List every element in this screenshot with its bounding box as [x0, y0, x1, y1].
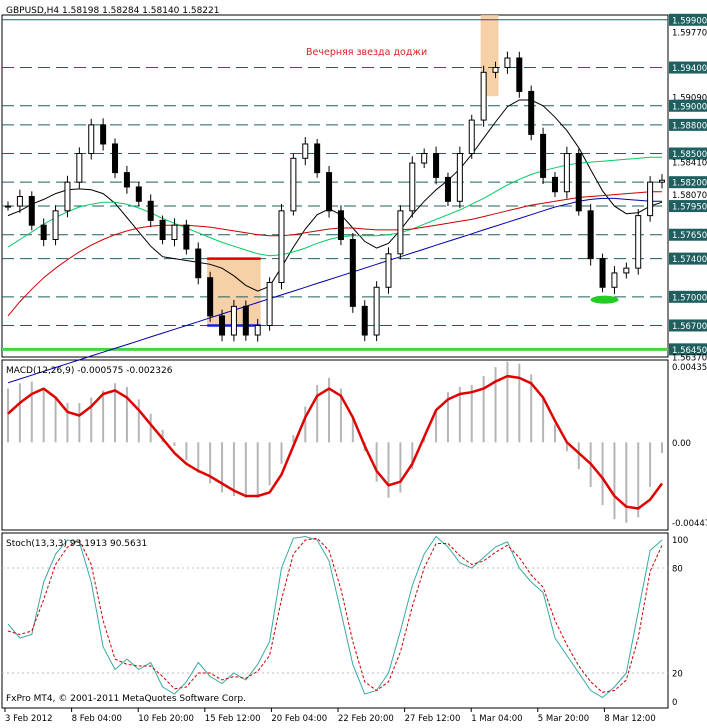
time-tick-2: 10 Feb 20:00	[138, 714, 194, 724]
price-tick-10: 1.57950	[672, 203, 707, 213]
candle-body-4	[52, 210, 59, 240]
candle-body-18	[219, 315, 226, 336]
support-marker	[590, 295, 619, 304]
stoch-tick-0: 100	[672, 536, 688, 546]
time-tick-4: 20 Feb 04:00	[271, 714, 327, 724]
price-tick-7: 1.58410	[672, 159, 707, 169]
price-tick-9: 1.58070	[672, 191, 707, 201]
candle-body-32	[385, 253, 392, 288]
chart-window: 1.59900 1.59770 1.59400 1.59090 1.59000 1.588…	[0, 0, 707, 724]
candle-body-37	[444, 176, 451, 202]
candle-body-27	[326, 172, 333, 212]
stoch-tick-2: 20	[672, 670, 683, 680]
price-tick-0: 1.59900	[672, 16, 707, 26]
price-tick-8: 1.58200	[672, 179, 707, 189]
candle-body-13	[159, 219, 166, 240]
candle-body-55	[659, 179, 665, 183]
candle-body-54	[647, 181, 654, 217]
stoch-title: Stoch(13,3,3) 93.1913 90.5631	[6, 539, 147, 549]
candle-body-30	[361, 305, 368, 336]
candle-body-34	[409, 162, 416, 212]
price-tick-11: 1.57650	[672, 231, 707, 241]
price-tick-12: 1.57400	[672, 255, 707, 265]
candle-body-38	[456, 153, 463, 202]
candle-body-31	[373, 286, 380, 336]
candle-body-20	[242, 305, 249, 336]
time-tick-8: 5 Mar 20:00	[538, 714, 589, 724]
time-tick-3: 15 Feb 12:00	[205, 714, 261, 724]
price-tick-5: 1.58800	[672, 121, 707, 131]
candle-body-43	[516, 57, 523, 92]
chart-canvas[interactable]: 1.599001.597701.594001.590901.590001.588…	[0, 0, 707, 724]
time-tick-5: 22 Feb 20:00	[338, 714, 394, 724]
candle-body-26	[314, 143, 321, 174]
candle-body-6	[76, 153, 83, 183]
candle-body-40	[480, 71, 487, 121]
candle-body-47	[563, 153, 570, 193]
time-tick-9: 8 Mar 12:00	[604, 714, 655, 724]
candle-body-51	[611, 272, 618, 288]
candle-body-14	[171, 224, 178, 240]
candle-body-52	[623, 267, 630, 274]
time-tick-1: 8 Feb 04:00	[72, 714, 122, 724]
candle-body-39	[468, 119, 475, 155]
stoch-tick-3: 0	[672, 698, 677, 708]
price-tick-2: 1.59400	[672, 64, 707, 74]
candle-body-25	[302, 143, 309, 159]
macd-tick-0: 0.004356	[672, 363, 707, 373]
candle-body-1	[16, 196, 23, 207]
price-tick-14: 1.56700	[672, 322, 707, 332]
candle-body-49	[587, 210, 594, 260]
time-tick-7: 1 Mar 04:00	[471, 714, 522, 724]
candle-body-8	[100, 124, 107, 145]
candle-body-22	[266, 281, 273, 326]
candle-body-44	[528, 90, 535, 135]
candle-body-28	[337, 210, 344, 240]
candle-body-35	[421, 153, 428, 164]
candle-body-9	[112, 143, 119, 174]
price-tick-1: 1.59770	[672, 29, 707, 39]
candle-body-19	[230, 305, 237, 336]
price-tick-4: 1.59000	[672, 102, 707, 112]
candle-body-45	[540, 133, 547, 178]
time-tick-0: 3 Feb 2012	[5, 714, 53, 724]
time-tick-6: 27 Feb 12:00	[405, 714, 461, 724]
candle-body-33	[397, 210, 404, 255]
candle-body-23	[278, 210, 285, 283]
macd-tick-1: 0.00	[672, 439, 691, 449]
candle-body-29	[349, 238, 356, 307]
candle-body-17	[207, 277, 214, 317]
candle-body-7	[88, 124, 95, 155]
stoch-tick-1: 80	[672, 565, 683, 575]
macd-tick-2: -0.004475	[672, 519, 707, 529]
candle-body-48	[575, 153, 582, 212]
price-chart-title: GBPUSD,H4 1.58198 1.58284 1.58140 1.5822…	[6, 6, 219, 16]
candle-body-42	[504, 57, 511, 69]
candle-body-12	[147, 200, 154, 221]
candle-body-36	[433, 153, 440, 178]
candle-body-53	[635, 215, 642, 269]
macd-title: MACD(12,26,9) -0.000575 -0.002326	[6, 366, 173, 376]
candle-body-5	[64, 181, 71, 212]
candle-body-0	[5, 205, 11, 208]
candle-body-2	[28, 196, 35, 226]
candle-body-46	[551, 176, 558, 193]
candle-body-16	[195, 248, 202, 279]
candle-body-50	[599, 258, 606, 288]
candle-body-41	[492, 67, 499, 73]
candle-body-15	[183, 224, 190, 250]
candle-body-10	[123, 172, 130, 188]
candle-body-3	[40, 224, 47, 240]
pattern-annotation: Вечерняя звезда доджи	[306, 47, 427, 58]
price-tick-13: 1.57000	[672, 293, 707, 303]
candle-body-24	[290, 157, 297, 212]
stoch-pane-frame	[1, 532, 669, 709]
price-tick-16: 1.56370	[672, 354, 707, 364]
copyright-text: FxPro MT4, © 2001-2011 MetaQuotes Softwa…	[6, 694, 246, 704]
candle-body-21	[254, 324, 261, 336]
candle-body-11	[135, 186, 142, 202]
